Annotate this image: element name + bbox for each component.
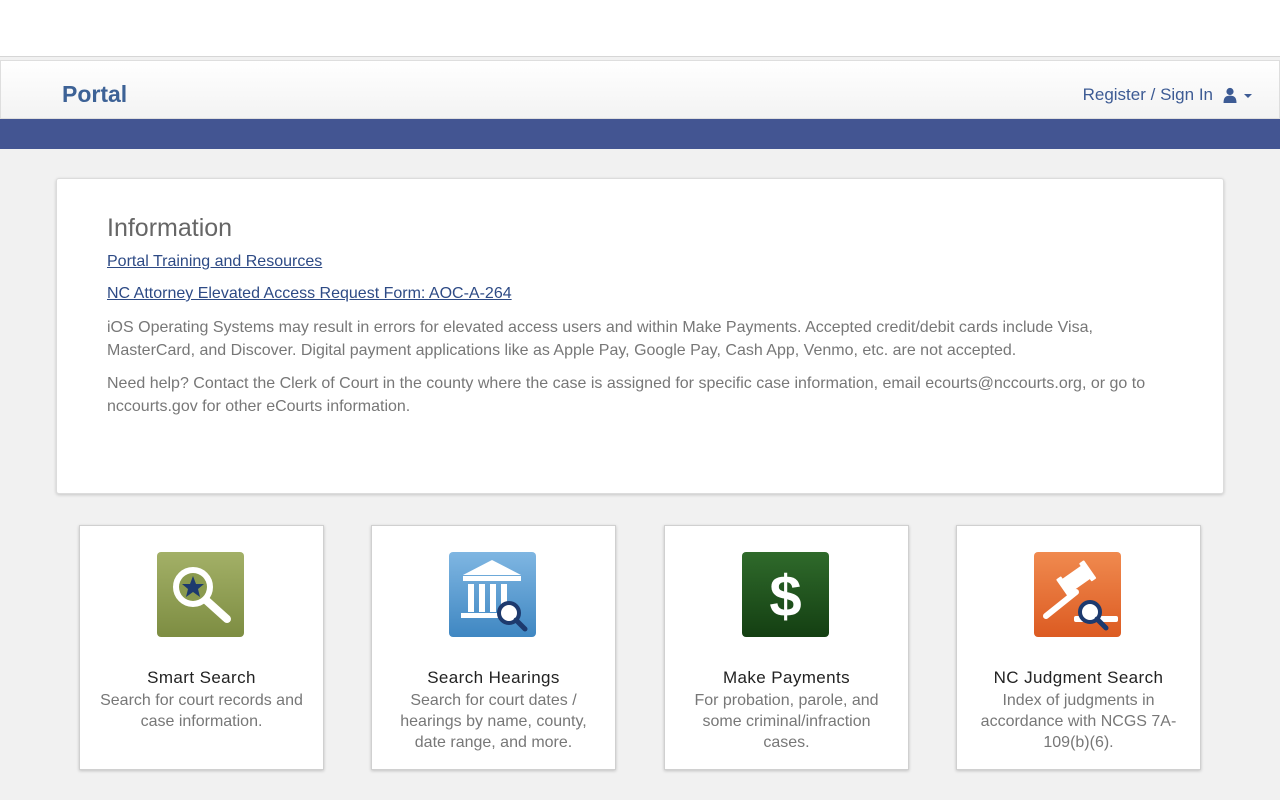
judgment-search-title[interactable]: NC Judgment Search	[957, 668, 1200, 688]
search-hearings-description: Search for court dates / hearings by nam…	[400, 692, 587, 751]
help-contact-text: Need help? Contact the Clerk of Court in…	[107, 375, 1146, 415]
accent-bar	[0, 119, 1280, 149]
svg-text:$: $	[769, 564, 801, 629]
dollar-icon: $	[742, 552, 829, 637]
portal-training-link[interactable]: Portal Training and Resources	[107, 252, 1173, 272]
smart-search-title[interactable]: Smart Search	[80, 668, 323, 688]
search-hearings-tile[interactable]: Search Hearings Search for court dates /…	[371, 525, 616, 770]
information-panel: Information Portal Training and Resource…	[56, 178, 1224, 494]
courthouse-search-icon	[449, 552, 536, 637]
make-payments-description: For probation, parole, and some criminal…	[694, 692, 879, 751]
smart-search-tile[interactable]: Smart Search Search for court records an…	[79, 525, 324, 770]
make-payments-tile[interactable]: $ Make Payments For probation, parole, a…	[664, 525, 909, 770]
search-hearings-title[interactable]: Search Hearings	[372, 668, 615, 688]
navbar: Portal Register / Sign In	[0, 60, 1280, 119]
smart-search-description: Search for court records and case inform…	[100, 692, 303, 730]
magnifier-star-icon	[157, 552, 244, 637]
gavel-search-icon	[1034, 552, 1121, 637]
ios-notice-text: iOS Operating Systems may result in erro…	[107, 319, 1093, 359]
caret-down-icon	[1244, 94, 1252, 98]
attorney-access-form-link[interactable]: NC Attorney Elevated Access Request Form…	[107, 284, 1173, 304]
user-icon	[1222, 87, 1238, 103]
judgment-search-tile[interactable]: NC Judgment Search Index of judgments in…	[956, 525, 1201, 770]
signin-label[interactable]: Register / Sign In	[1083, 85, 1213, 105]
top-strip	[0, 0, 1280, 57]
judgment-search-description: Index of judgments in accordance with NC…	[980, 692, 1177, 751]
make-payments-title[interactable]: Make Payments	[665, 668, 908, 688]
portal-brand[interactable]: Portal	[62, 81, 127, 107]
register-signin-menu[interactable]: Register / Sign In	[1083, 85, 1252, 105]
information-title: Information	[107, 214, 233, 242]
